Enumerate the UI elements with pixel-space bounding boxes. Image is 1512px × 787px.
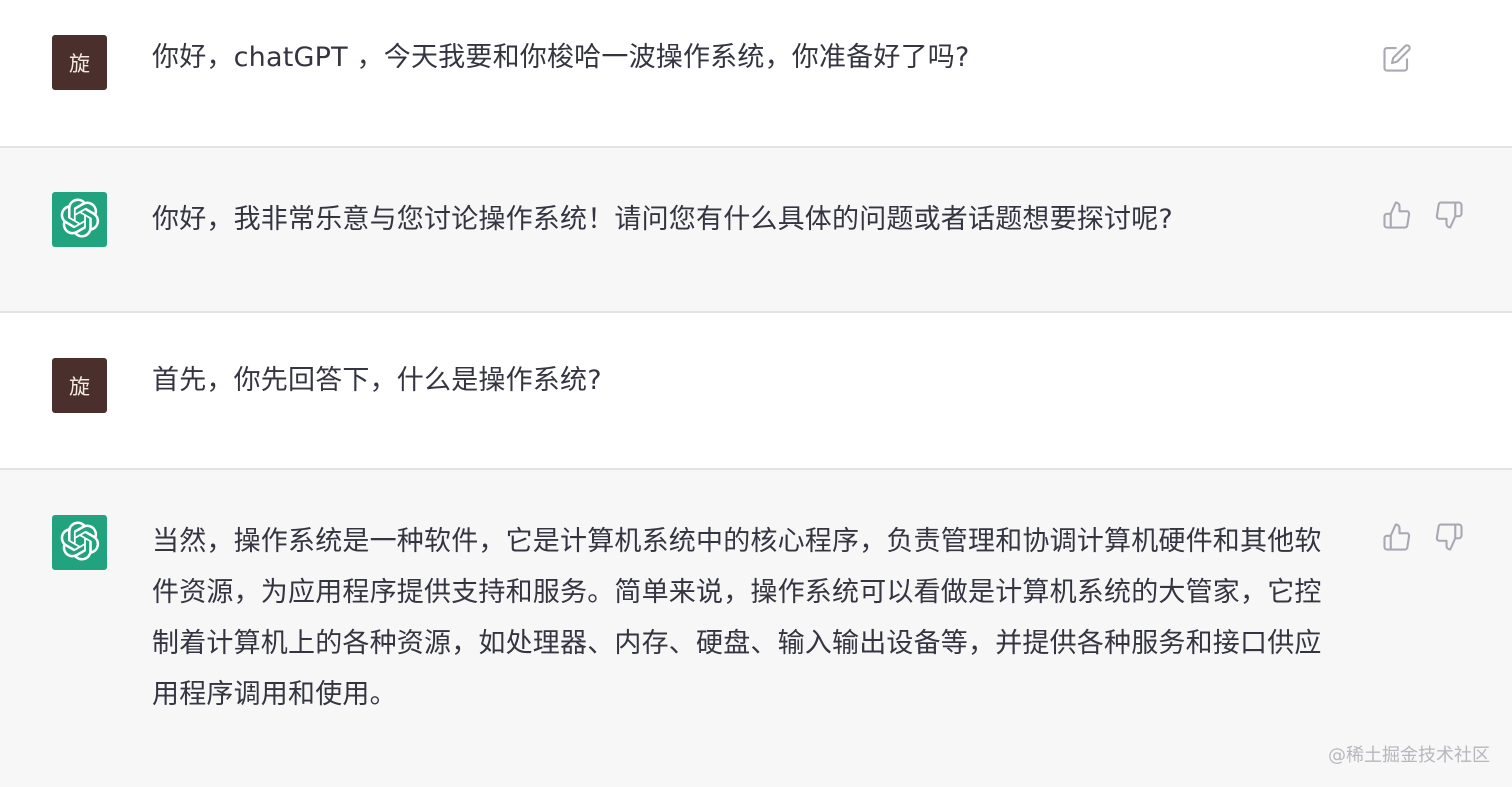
user-avatar: 旋 (52, 358, 107, 413)
user-avatar-label: 旋 (69, 51, 90, 76)
watermark: @稀土掘金技术社区 (1328, 745, 1490, 766)
message-row-assistant: 当然，操作系统是一种软件，它是计算机系统中的核心程序，负责管理和协调计算机硬件和… (0, 470, 1512, 787)
message-row-assistant: 你好，我非常乐意与您讨论操作系统！请问您有什么具体的问题或者话题想要探讨呢? (0, 148, 1512, 313)
thumbs-down-icon[interactable] (1432, 198, 1466, 232)
message-row-user: 旋 首先，你先回答下，什么是操作系统? (0, 313, 1512, 470)
message-row-user: 旋 你好，chatGPT ，今天我要和你梭哈一波操作系统，你准备好了吗? (0, 0, 1512, 148)
message-text: 你好，chatGPT ，今天我要和你梭哈一波操作系统，你准备好了吗? (152, 42, 970, 73)
thumbs-up-icon[interactable] (1380, 198, 1414, 232)
message-text: 首先，你先回答下，什么是操作系统? (152, 365, 602, 396)
assistant-avatar (52, 515, 107, 570)
edit-icon[interactable] (1380, 41, 1414, 75)
message-text: 你好，我非常乐意与您讨论操作系统！请问您有什么具体的问题或者话题想要探讨呢? (152, 204, 1173, 235)
thumbs-up-icon[interactable] (1380, 520, 1414, 554)
thumbs-down-icon[interactable] (1432, 520, 1466, 554)
assistant-avatar (52, 192, 107, 247)
user-avatar: 旋 (52, 35, 107, 90)
openai-logo-icon (60, 520, 100, 565)
openai-logo-icon (60, 197, 100, 242)
user-avatar-label: 旋 (69, 374, 90, 399)
message-text: 当然，操作系统是一种软件，它是计算机系统中的核心程序，负责管理和协调计算机硬件和… (152, 526, 1322, 710)
